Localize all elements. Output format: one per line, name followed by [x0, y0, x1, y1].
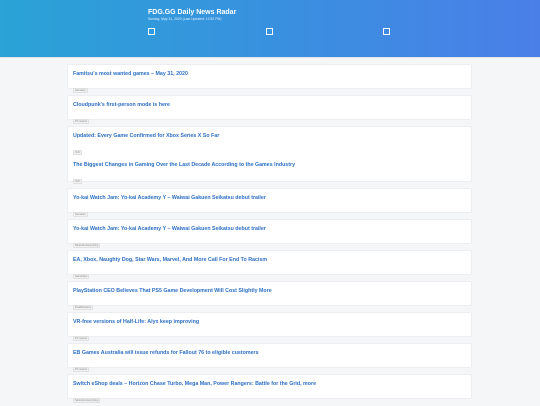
news-card: Cloudpunk's first-person mode is here PC…	[67, 95, 472, 124]
news-card: EB Games Australia will issue refunds fo…	[67, 343, 472, 372]
source-badge: GameSpot	[73, 274, 90, 279]
news-headline-link[interactable]: PlayStation CEO Believes That PS5 Game D…	[73, 288, 466, 295]
last-updated-text: Sunday, May 31, 2020 (Last Updated: 12:5…	[148, 17, 222, 21]
news-headline-link[interactable]: Yo-kai Watch Jam: Yo-kai Academy Y – Wai…	[73, 226, 466, 233]
checkbox-icon[interactable]	[383, 28, 390, 35]
header-divider	[0, 57, 540, 58]
news-headline-link[interactable]: EA, Xbox, Naughty Dog, Star Wars, Marvel…	[73, 257, 466, 264]
source-badge: Nintendo Everything	[73, 243, 101, 248]
news-card: VR-free versions of Half-Life: Alyx keep…	[67, 312, 472, 341]
news-card: Switch eShop deals – Horizon Chase Turbo…	[67, 374, 472, 403]
source-badge: Gematsu	[73, 88, 88, 93]
news-card: Updated: Every Game Confirmed for Xbox S…	[67, 126, 472, 184]
news-feed: Famitsu's most wanted games – May 31, 20…	[67, 64, 472, 405]
source-badge: IGN	[73, 150, 82, 155]
news-card: EA, Xbox, Naughty Dog, Star Wars, Marvel…	[67, 250, 472, 279]
news-headline-link[interactable]: Cloudpunk's first-person mode is here	[73, 102, 466, 109]
news-card: PlayStation CEO Believes That PS5 Game D…	[67, 281, 472, 310]
news-card: Yo-kai Watch Jam: Yo-kai Academy Y – Wai…	[67, 188, 472, 217]
news-headline-link[interactable]: EB Games Australia will issue refunds fo…	[73, 350, 466, 357]
header-banner: FDG.GG Daily News Radar Sunday, May 31, …	[0, 0, 540, 57]
news-headline-link[interactable]: Yo-kai Watch Jam: Yo-kai Academy Y – Wai…	[73, 195, 466, 202]
source-badge: Nintendo Everything	[73, 398, 101, 403]
page-title: FDG.GG Daily News Radar	[148, 9, 237, 16]
news-headline-link[interactable]: The Biggest Changes in Gaming Over the L…	[73, 162, 466, 169]
source-badge: PC Gamer	[73, 367, 90, 372]
source-badge: PC Gamer	[73, 336, 90, 341]
news-card: Yo-kai Watch Jam: Yo-kai Academy Y – Wai…	[67, 219, 472, 248]
news-headline-link[interactable]: Updated: Every Game Confirmed for Xbox S…	[73, 133, 466, 140]
checkbox-icon[interactable]	[266, 28, 273, 35]
source-badge: DualShockers	[73, 305, 94, 310]
source-badge: Gematsu	[73, 212, 88, 217]
news-headline-link[interactable]: Switch eShop deals – Horizon Chase Turbo…	[73, 381, 466, 388]
news-headline-link[interactable]: Famitsu's most wanted games – May 31, 20…	[73, 71, 466, 78]
source-badge: PC Gamer	[73, 119, 90, 124]
news-headline-link[interactable]: VR-free versions of Half-Life: Alyx keep…	[73, 319, 466, 326]
checkbox-icon[interactable]	[148, 28, 155, 35]
source-badge: IGN	[73, 179, 82, 184]
news-card: Famitsu's most wanted games – May 31, 20…	[67, 64, 472, 93]
